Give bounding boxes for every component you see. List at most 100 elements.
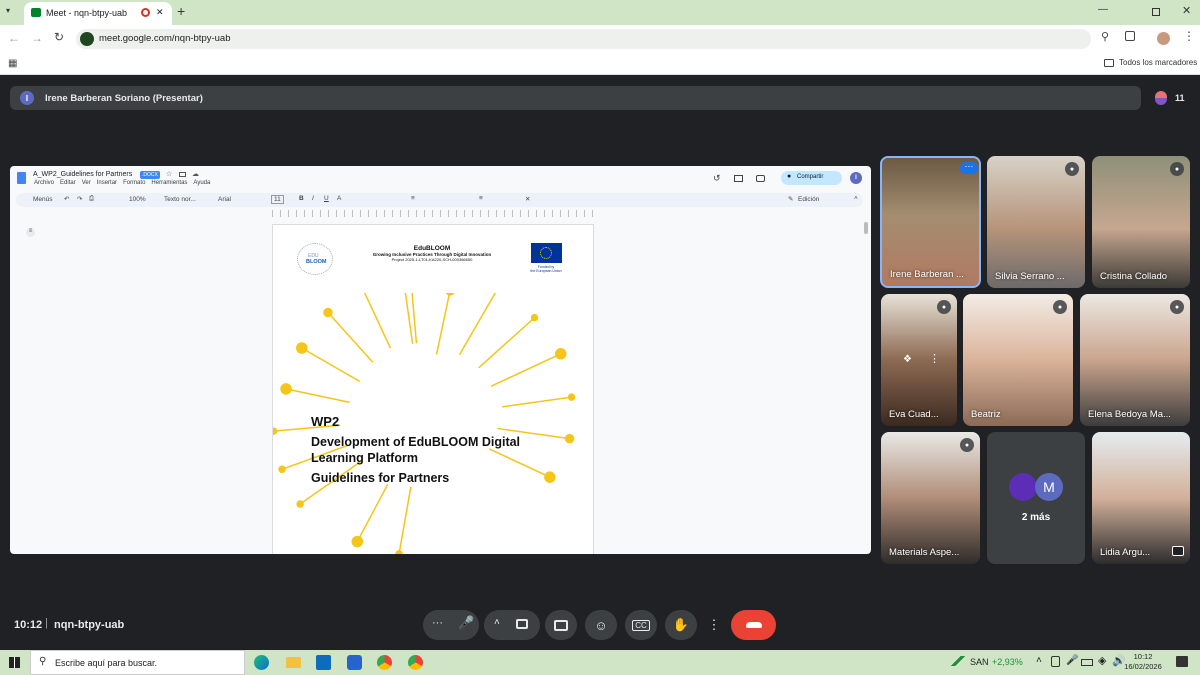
undo-icon[interactable]: ↶ <box>64 195 69 203</box>
raise-hand-button[interactable]: ✋ <box>665 610 697 640</box>
clock-time: 10:12 <box>1133 652 1153 661</box>
notifications-icon[interactable] <box>1176 656 1188 667</box>
apps-grid-icon[interactable]: ▦ <box>8 58 17 69</box>
tab-list-button[interactable]: ▾ <box>6 6 18 18</box>
style-select[interactable]: Texto nor... <box>164 196 196 203</box>
font-size-field[interactable]: 11 <box>271 195 284 204</box>
align-left-icon[interactable]: ≡ <box>411 195 415 202</box>
participant-tile[interactable]: ● Beatriz <box>963 294 1073 426</box>
redo-icon[interactable]: ↷ <box>77 195 82 203</box>
participant-tile[interactable]: ● Elena Bedoya Ma... <box>1080 294 1190 426</box>
bold-button[interactable]: B <box>299 195 304 202</box>
teams-app-icon[interactable] <box>347 655 362 670</box>
close-window-icon[interactable]: ✕ <box>1182 4 1191 17</box>
underline-button[interactable]: U <box>324 195 329 202</box>
browser-menu-icon[interactable]: ⋮ <box>1183 29 1195 43</box>
audio-options-button[interactable]: ··· 🎤 <box>423 610 479 640</box>
pin-icon[interactable]: ❖ <box>903 354 912 365</box>
italic-button[interactable]: I <box>312 195 314 202</box>
participant-tile[interactable]: ● Materials Aspe... <box>881 432 980 564</box>
outlook-app-icon[interactable] <box>316 655 331 670</box>
restore-icon[interactable] <box>1152 8 1160 16</box>
tile-options-icon[interactable]: ⋮ <box>929 352 940 365</box>
site-info-icon[interactable] <box>80 32 94 46</box>
captions-button[interactable]: CC <box>625 610 657 640</box>
menu-insertar[interactable]: Insertar <box>97 180 117 186</box>
move-folder-icon[interactable] <box>179 172 186 177</box>
more-options-button[interactable]: ⋮ <box>702 610 726 640</box>
new-tab-button[interactable]: + <box>177 3 185 19</box>
menu-formato[interactable]: Formato <box>123 180 145 186</box>
windows-start-icon[interactable] <box>9 657 20 668</box>
doc-title[interactable]: A_WP2_Guidelines for Partners <box>33 171 132 178</box>
tray-chevron-icon[interactable]: ˄ <box>1036 655 1042 666</box>
tray-mic-icon[interactable]: 🎤 <box>1066 655 1078 666</box>
leave-call-button[interactable] <box>731 610 776 640</box>
folder-icon <box>1104 59 1114 67</box>
star-icon[interactable]: ☆ <box>166 170 172 178</box>
presenter-label: Irene Barberan Soriano (Presentar) <box>45 93 203 104</box>
bloom-dot <box>564 433 575 444</box>
list-icon[interactable]: ≡ <box>479 195 483 202</box>
all-bookmarks-link[interactable]: Todos los marcadores <box>1119 58 1197 67</box>
zoom-select[interactable]: 100% <box>129 196 146 203</box>
doc-scrollbar[interactable] <box>864 222 868 234</box>
reload-icon[interactable]: ↻ <box>54 30 64 44</box>
participant-tile[interactable]: ● Cristina Collado <box>1092 156 1190 288</box>
emoji-reactions-button[interactable]: ☺ <box>585 610 617 640</box>
more-options-icon[interactable]: ··· <box>960 162 978 174</box>
clear-format-icon[interactable]: ✕ <box>525 195 530 203</box>
participant-name: Silvia Serrano ... <box>995 271 1065 282</box>
outline-icon[interactable]: ≡ <box>26 228 35 237</box>
participant-tile[interactable]: ● ❖ ⋮ Eva Cuad... <box>881 294 957 426</box>
bloom-ray <box>285 388 350 404</box>
wifi-icon[interactable]: ◈ <box>1098 654 1106 667</box>
editing-mode-select[interactable]: Edición <box>798 196 819 203</box>
history-icon[interactable]: ↺ <box>713 173 721 184</box>
text-color-button[interactable]: A <box>337 195 341 202</box>
forward-icon[interactable]: → <box>31 31 43 45</box>
minimize-icon[interactable]: — <box>1098 4 1108 15</box>
menu-ver[interactable]: Ver <box>82 180 91 186</box>
font-select[interactable]: Arial <box>218 196 231 203</box>
file-explorer-icon[interactable] <box>286 657 301 668</box>
camera-icon[interactable] <box>516 619 528 629</box>
menu-herramientas[interactable]: Herramientas <box>151 180 187 186</box>
video-options-button[interactable]: ˄ <box>484 610 540 640</box>
print-icon[interactable]: ⎙ <box>89 195 94 203</box>
participant-tile[interactable]: Lidia Argu... <box>1092 432 1190 564</box>
taskbar-clock[interactable]: 10:12 16/02/2026 <box>1124 652 1162 672</box>
menu-editar[interactable]: Editar <box>60 180 76 186</box>
participant-tile[interactable]: ● Silvia Serrano ... <box>987 156 1085 288</box>
taskbar-search-box[interactable]: ⚲ Escribe aquí para buscar. <box>30 650 245 675</box>
more-participants-tile[interactable]: M 2 más <box>987 432 1085 564</box>
self-view-icon[interactable] <box>1172 546 1184 556</box>
stock-chart-icon <box>951 656 965 666</box>
extensions-icon[interactable] <box>1125 31 1135 41</box>
microphone-icon[interactable]: 🎤 <box>458 615 474 631</box>
profile-avatar[interactable] <box>1157 32 1170 45</box>
doc-user-avatar[interactable]: I <box>850 172 862 184</box>
battery-icon[interactable] <box>1081 659 1093 666</box>
stock-change[interactable]: +2,93% <box>992 657 1023 667</box>
menu-ayuda[interactable]: Ayuda <box>193 180 210 186</box>
meet-present-icon[interactable] <box>756 175 765 182</box>
address-bar[interactable]: meet.google.com/nqn-btpy-uab <box>76 29 1091 49</box>
collapse-toolbar-icon[interactable]: ˄ <box>854 195 858 202</box>
browser-tab[interactable]: Meet - nqn-btpy-uab ✕ <box>24 2 172 25</box>
stock-name[interactable]: SAN <box>970 657 989 667</box>
share-button[interactable]: ● Compartir <box>781 171 842 185</box>
chrome-app-icon[interactable] <box>377 655 392 670</box>
chrome-app-icon[interactable] <box>408 655 423 670</box>
tray-app-icon[interactable] <box>1051 656 1060 667</box>
participant-tile[interactable]: ··· Irene Barberan ... <box>880 156 981 288</box>
menus-search[interactable]: Menús <box>33 196 53 203</box>
zoom-lens-icon[interactable]: ⚲ <box>1101 30 1109 43</box>
comments-icon[interactable] <box>734 175 743 182</box>
menu-archivo[interactable]: Archivo <box>34 180 54 186</box>
edge-app-icon[interactable] <box>254 655 269 670</box>
present-screen-button[interactable] <box>545 610 577 640</box>
tab-close-icon[interactable]: ✕ <box>156 7 164 18</box>
back-icon[interactable]: ← <box>8 31 20 45</box>
participant-count-button[interactable]: 11 <box>1149 86 1191 110</box>
